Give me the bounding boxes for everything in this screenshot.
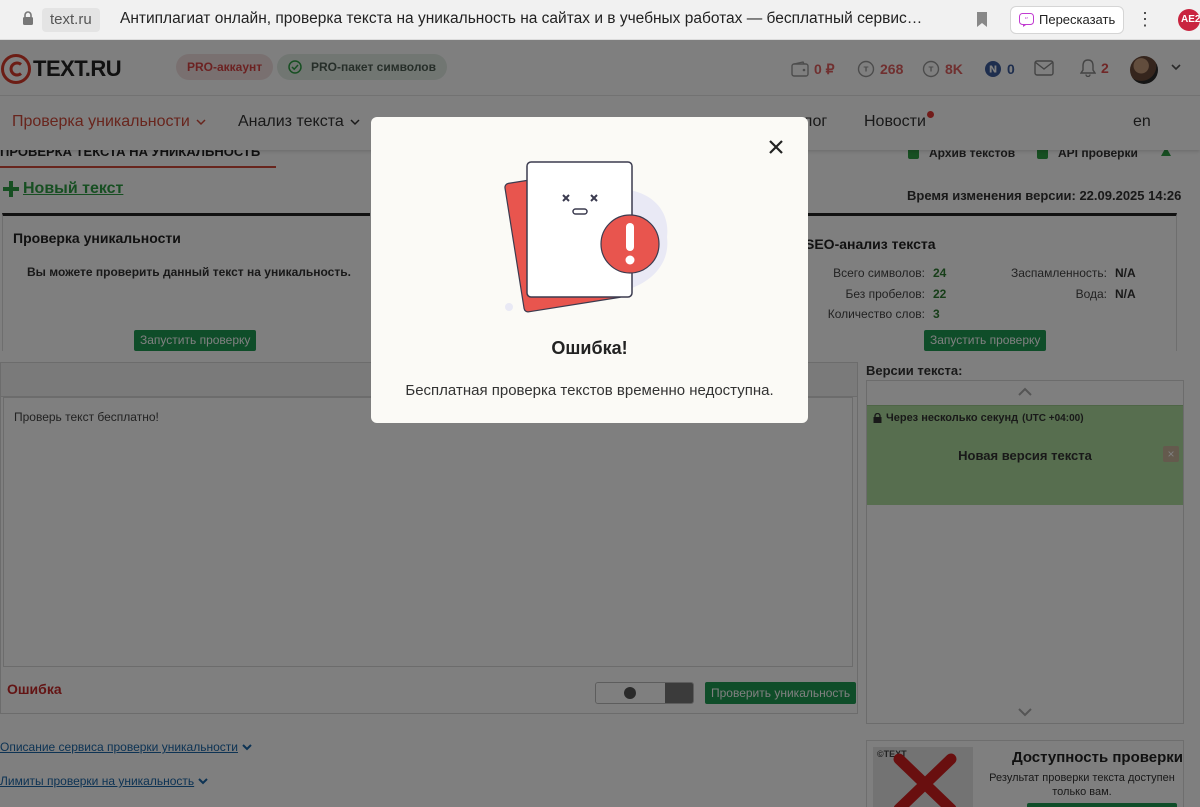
close-icon[interactable] (768, 139, 784, 155)
bookmark-icon[interactable] (975, 11, 989, 28)
more-menu-icon[interactable]: ⋮ (1136, 9, 1154, 29)
error-document-illustration (504, 161, 668, 313)
browser-toolbar: text.ru Антиплагиат онлайн, проверка тек… (0, 0, 1200, 40)
lock-icon (23, 11, 33, 25)
retell-button[interactable]: “ Пересказать (1010, 6, 1124, 34)
error-dialog: Ошибка! Бесплатная проверка текстов врем… (371, 117, 808, 423)
dialog-title: Ошибка! (551, 338, 628, 358)
extension-icon[interactable]: AE2 (1178, 9, 1200, 31)
page-title-bar: Антиплагиат онлайн, проверка текста на у… (120, 10, 923, 27)
retell-label: Пересказать (1039, 12, 1116, 27)
svg-text:“: “ (1025, 16, 1029, 24)
dialog-message: Бесплатная проверка текстов временно нед… (405, 382, 774, 399)
retell-icon: “ (1019, 13, 1034, 27)
address-bar[interactable]: text.ru (42, 8, 100, 32)
